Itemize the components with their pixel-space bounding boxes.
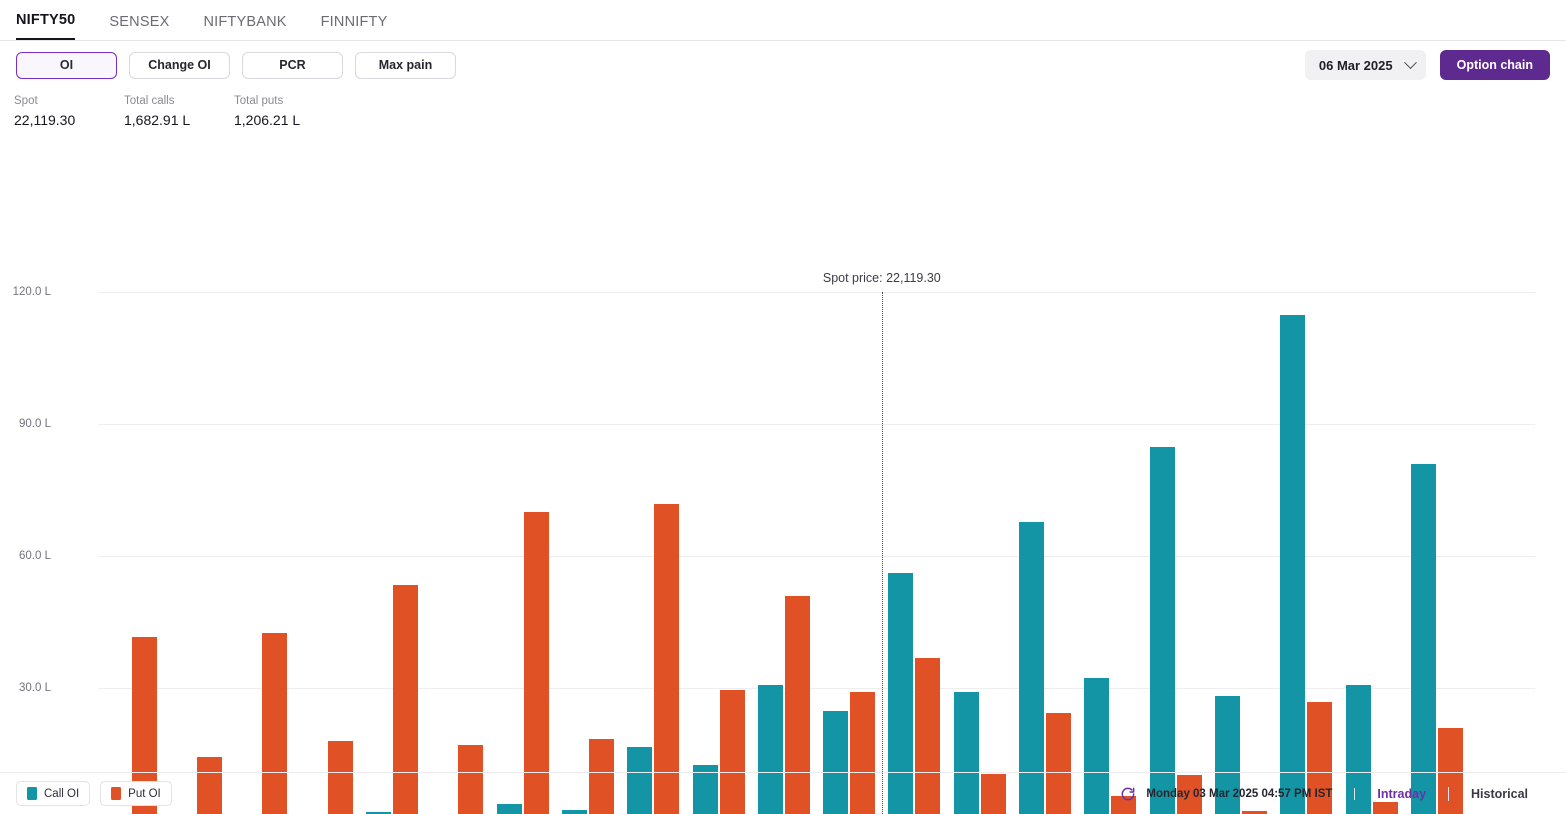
gridline <box>98 424 1535 425</box>
bar-call-oi[interactable] <box>1019 522 1045 814</box>
refresh-icon[interactable] <box>1120 786 1136 802</box>
stat-total-puts-label: Total puts <box>234 95 284 107</box>
color-swatch-put <box>111 787 122 800</box>
legend-label-call-oi: Call OI <box>44 787 80 800</box>
chart-plot-area: 030.0 L60.0 L90.0 L120.0 L21,60021,70021… <box>13 271 1535 814</box>
option-chain-button[interactable]: Option chain <box>1439 50 1550 80</box>
tab-finnifty[interactable]: FINNIFTY <box>321 14 388 40</box>
gridline <box>98 688 1535 689</box>
y-axis-tick-label: 120.0 L <box>12 286 51 298</box>
metric-button-change-oi[interactable]: Change OI <box>129 51 230 79</box>
legend-item-call-oi[interactable]: Call OI <box>16 781 91 806</box>
last-updated-timestamp: Monday 03 Mar 2025 04:57 PM IST <box>1146 787 1356 800</box>
y-axis-tick-label: 60.0 L <box>19 550 51 562</box>
chart-footer: Call OI Put OI Monday 03 Mar 2025 04:57 … <box>0 772 1566 814</box>
chevron-down-icon <box>1403 55 1417 69</box>
legend-item-put-oi[interactable]: Put OI <box>100 781 172 806</box>
stat-total-puts: Total puts 1,206.21 L <box>234 93 344 130</box>
legend-label-put-oi: Put OI <box>128 787 161 800</box>
stat-total-calls-label: Total calls <box>124 95 175 107</box>
stat-spot-label: Spot <box>14 95 38 107</box>
spot-price-label: Spot price: 22,119.30 <box>822 271 941 285</box>
metric-button-oi[interactable]: OI <box>16 51 117 79</box>
y-axis-tick-label: 30.0 L <box>19 682 51 694</box>
right-controls: 06 Mar 2025 Option chain <box>1304 50 1550 80</box>
bar-call-oi[interactable] <box>1411 464 1437 814</box>
metric-button-group: OI Change OI PCR Max pain <box>16 51 456 79</box>
bar-call-oi[interactable] <box>1149 447 1175 814</box>
expiry-date-value: 06 Mar 2025 <box>1318 57 1393 73</box>
bar-call-oi[interactable] <box>1280 314 1306 814</box>
tab-sensex[interactable]: SENSEX <box>109 14 169 40</box>
control-row: OI Change OI PCR Max pain 06 Mar 2025 Op… <box>0 41 1566 89</box>
chart-legend: Call OI Put OI <box>16 781 172 806</box>
stat-total-calls-value: 1,682.91 L <box>124 112 191 128</box>
mode-historical[interactable]: Historical <box>1448 786 1550 801</box>
stat-total-puts-value: 1,206.21 L <box>234 112 301 128</box>
index-tabbar: NIFTY50 SENSEX NIFTYBANK FINNIFTY <box>0 0 1566 41</box>
metric-button-max-pain[interactable]: Max pain <box>355 51 456 79</box>
bar-put-oi[interactable] <box>654 504 680 814</box>
stat-spot-value: 22,119.30 <box>14 112 76 128</box>
stat-total-calls: Total calls 1,682.91 L <box>124 93 234 130</box>
gridline <box>98 292 1535 293</box>
footer-right: Monday 03 Mar 2025 04:57 PM IST Intraday… <box>1120 786 1550 802</box>
tab-niftybank[interactable]: NIFTYBANK <box>203 14 286 40</box>
y-axis-tick-label: 90.0 L <box>19 418 51 430</box>
stat-spot: Spot 22,119.30 <box>14 93 124 130</box>
metric-button-pcr[interactable]: PCR <box>242 51 343 79</box>
stats-row: Spot 22,119.30 Total calls 1,682.91 L To… <box>0 89 1566 130</box>
oi-chart: 030.0 L60.0 L90.0 L120.0 L21,60021,70021… <box>0 130 1566 814</box>
color-swatch-call <box>27 787 37 800</box>
tab-nifty50[interactable]: NIFTY50 <box>16 12 76 40</box>
mode-intraday[interactable]: Intraday <box>1355 787 1448 801</box>
expiry-date-selector[interactable]: 06 Mar 2025 <box>1304 50 1426 80</box>
gridline <box>98 556 1535 557</box>
spot-price-line <box>881 292 883 814</box>
bar-put-oi[interactable] <box>523 511 549 814</box>
